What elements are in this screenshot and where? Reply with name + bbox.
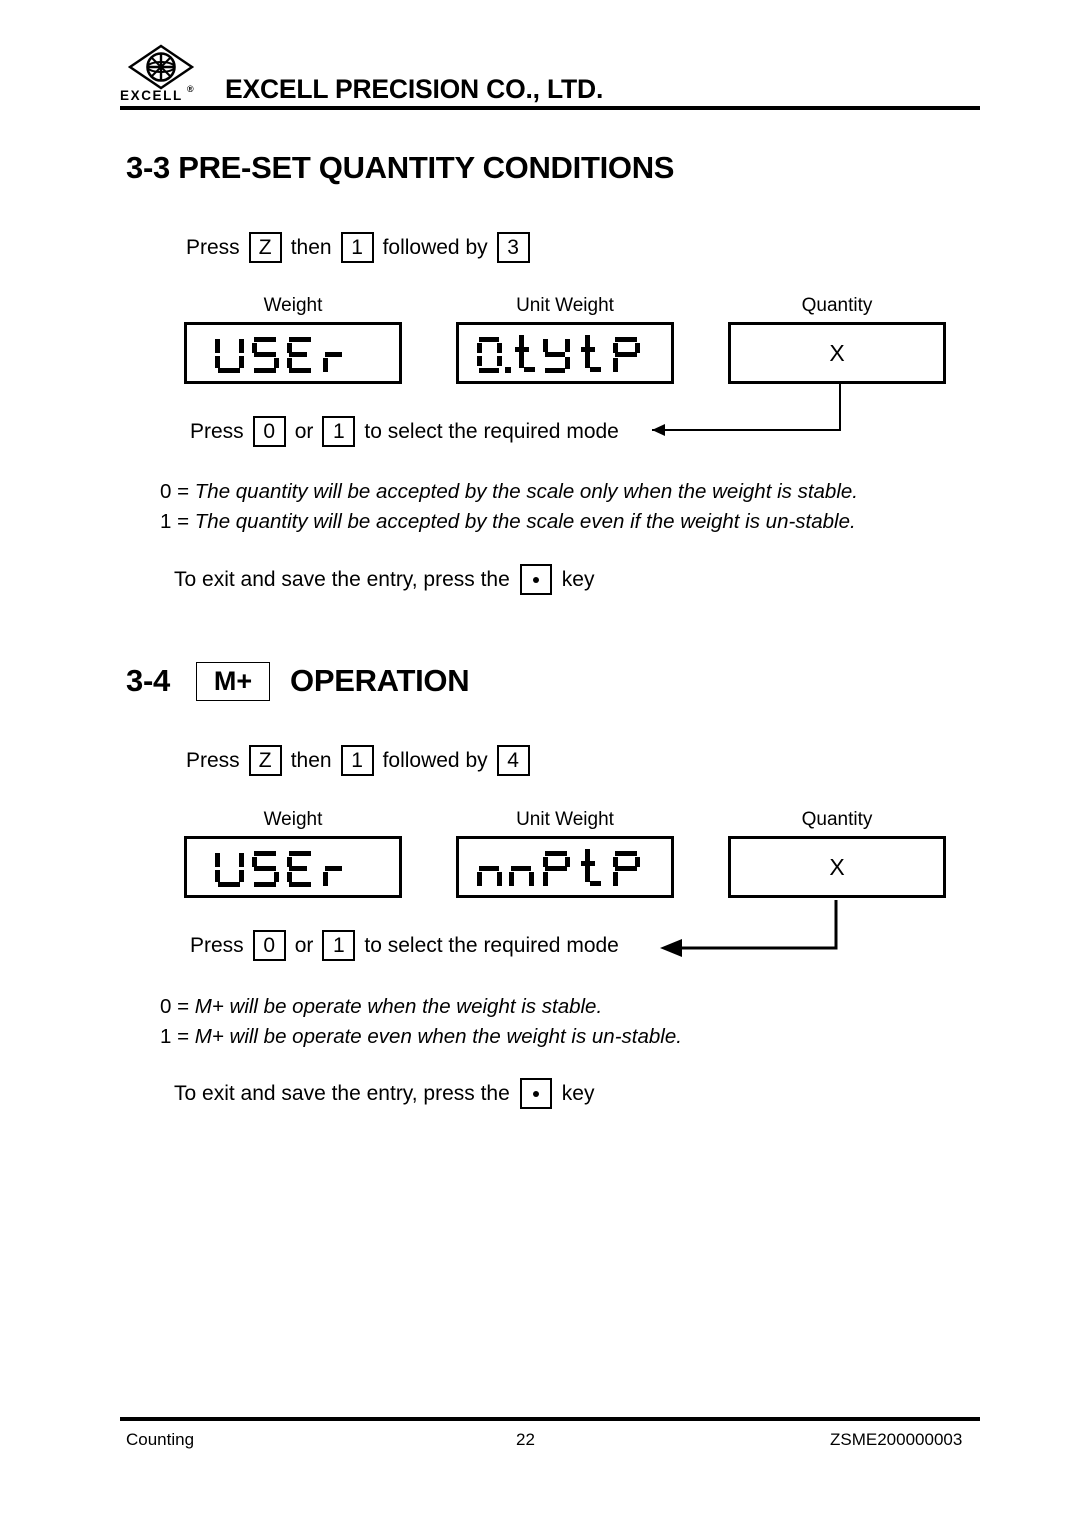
quantity-display-label: Quantity (801, 295, 873, 316)
key-decimal-point[interactable] (519, 564, 552, 595)
section-33-exit-line: To exit and save the entry, press the ke… (174, 564, 594, 595)
footer-document-code: ZSME200000003 (830, 1430, 963, 1449)
press-label: Press (190, 419, 244, 443)
header-divider (120, 106, 980, 110)
key-0[interactable]: 0 (252, 416, 286, 447)
then-label: then (290, 748, 332, 772)
page-header: EXCELL ® EXCELL PRECISION CO., LTD. (120, 44, 980, 110)
seven-segment-user-icon (215, 337, 342, 373)
quantity-display-value: X (728, 322, 946, 384)
unit-weight-display-cell: Unit Weight (456, 295, 674, 384)
quantity-display-cell: Quantity X (728, 809, 946, 898)
company-name: EXCELL PRECISION CO., LTD. (225, 74, 604, 104)
quantity-display-cell: Quantity X (728, 295, 946, 384)
option-text: The quantity will be accepted by the sca… (194, 480, 858, 503)
followed-by-label: followed by (382, 748, 488, 772)
footer-page-number: 22 (516, 1430, 535, 1449)
key-1[interactable]: 1 (322, 416, 356, 447)
key-1[interactable]: 1 (340, 745, 374, 776)
weight-display (184, 322, 402, 384)
exit-lead-label: To exit and save the entry, press the (174, 567, 510, 591)
key-z[interactable]: Z (248, 745, 282, 776)
or-label: or (294, 419, 314, 443)
key-z[interactable]: Z (248, 232, 282, 263)
section-34-quantity-connector-arrow (660, 900, 838, 957)
section-34-number: 3-4 (126, 663, 170, 698)
seven-segment-user-icon (215, 851, 342, 887)
key-0[interactable]: 0 (252, 930, 286, 961)
section-34-exit-line: To exit and save the entry, press the ke… (174, 1078, 594, 1109)
press-label: Press (186, 235, 240, 259)
quantity-display-value: X (728, 836, 946, 898)
option-key: 1 = (160, 510, 195, 533)
exit-lead-label: To exit and save the entry, press the (174, 1081, 510, 1105)
select-mode-label: to select the required mode (364, 419, 619, 443)
key-4[interactable]: 4 (496, 745, 530, 776)
unit-weight-display (456, 322, 674, 384)
key-1[interactable]: 1 (340, 232, 374, 263)
section-33-quantity-connector-arrow (652, 384, 841, 436)
weight-display (184, 836, 402, 898)
unit-weight-display-cell: Unit Weight (456, 809, 674, 898)
logo-wordmark: EXCELL (120, 88, 183, 103)
weight-display-cell: Weight (184, 809, 402, 898)
section-33-heading: 3-3 PRE-SET QUANTITY CONDITIONS (126, 150, 675, 185)
section-33-option-1: 1 = The quantity will be accepted by the… (160, 510, 856, 534)
followed-by-label: followed by (382, 235, 488, 259)
registered-trademark-icon: ® (187, 84, 194, 94)
option-text: M+ will be operate when the weight is st… (194, 995, 603, 1018)
key-3[interactable]: 3 (496, 232, 530, 263)
section-33-press-sequence: Press Z then 1 followed by 3 (186, 232, 530, 263)
document-page: EXCELL ® EXCELL PRECISION CO., LTD. 3-3 … (0, 0, 1080, 1526)
select-mode-label: to select the required mode (364, 933, 619, 957)
weight-display-label: Weight (263, 809, 323, 830)
seven-segment-tytp-icon (477, 335, 640, 373)
option-key: 1 = (160, 1025, 195, 1048)
footer-divider (120, 1417, 980, 1421)
excell-logo: EXCELL ® (120, 44, 202, 106)
section-34-select-mode-line: Press 0 or 1 to select the required mode (190, 930, 628, 961)
option-key: 0 = (160, 995, 195, 1018)
key-1[interactable]: 1 (322, 930, 356, 961)
then-label: then (290, 235, 332, 259)
press-label: Press (190, 933, 244, 957)
unit-weight-display-label: Unit Weight (516, 809, 614, 830)
or-label: or (294, 933, 314, 957)
unit-weight-display-label: Unit Weight (516, 295, 614, 316)
weight-display-label: Weight (263, 295, 323, 316)
press-label: Press (186, 748, 240, 772)
footer-chapter-label: Counting (126, 1430, 195, 1449)
section-34-heading: OPERATION (290, 663, 470, 698)
option-text: The quantity will be accepted by the sca… (194, 510, 856, 533)
section-34-option-0: 0 = M+ will be operate when the weight i… (160, 995, 602, 1019)
exit-tail-label: key (561, 1081, 595, 1105)
exit-tail-label: key (561, 567, 595, 591)
key-decimal-point[interactable] (519, 1078, 552, 1109)
section-34-press-sequence: Press Z then 1 followed by 4 (186, 745, 530, 776)
option-text: M+ will be operate even when the weight … (194, 1025, 682, 1048)
unit-weight-display (456, 836, 674, 898)
diamond-wheel-logo-icon (128, 44, 194, 90)
section-33-option-0: 0 = The quantity will be accepted by the… (160, 480, 858, 504)
weight-display-cell: Weight (184, 295, 402, 384)
seven-segment-nnptp-icon (477, 849, 640, 886)
option-key: 0 = (160, 480, 195, 503)
section-34-option-1: 1 = M+ will be operate even when the wei… (160, 1025, 682, 1049)
section-33-select-mode-line: Press 0 or 1 to select the required mode (190, 416, 628, 447)
quantity-display-label: Quantity (801, 809, 873, 830)
mplus-key-icon[interactable]: M+ (196, 662, 270, 701)
